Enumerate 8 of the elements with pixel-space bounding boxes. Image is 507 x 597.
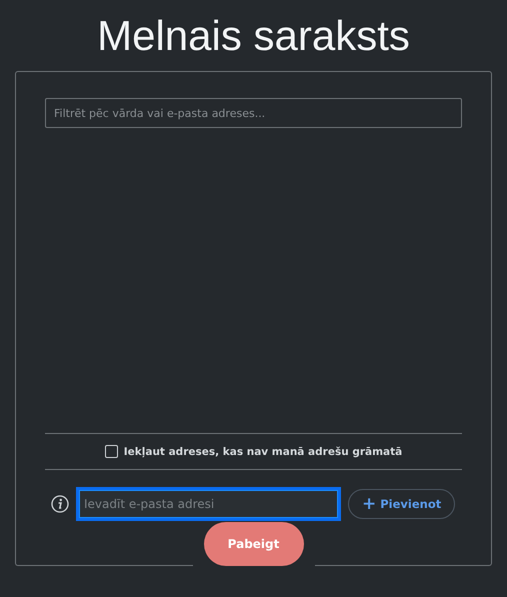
info-icon[interactable] [51, 495, 69, 513]
filter-field[interactable]: Filtrēt pēc vārda vai e-pasta adreses... [45, 98, 462, 128]
finish-button[interactable]: Pabeigt [204, 522, 304, 566]
checkbox[interactable] [104, 445, 118, 458]
checkbox-label[interactable]: Iekļaut adreses, kas nav manā adrešu grāmatā [124, 446, 402, 458]
add-button[interactable]: + Pievienot [348, 489, 456, 519]
email-field[interactable]: Ievadīt e-pasta adresi [76, 487, 341, 521]
dialog-title: Melnais saraksts [96, 11, 411, 61]
